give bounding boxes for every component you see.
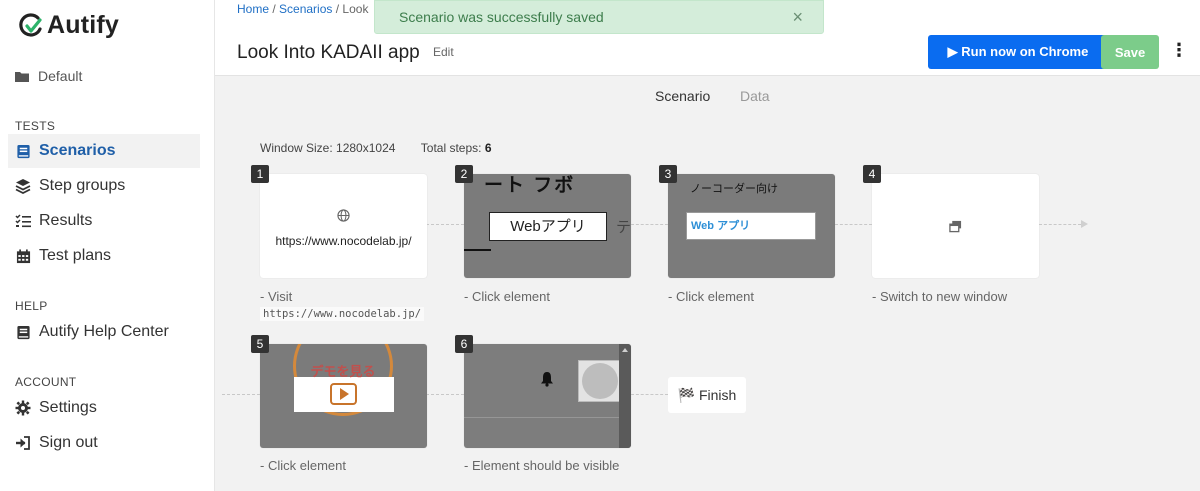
layers-icon (15, 178, 31, 194)
scroll-up-icon (622, 348, 628, 352)
success-toast: Scenario was successfully saved × (374, 0, 824, 34)
page-title: Look Into KADAII app (237, 42, 420, 63)
step-connector (835, 224, 872, 225)
arrow-right-icon (1081, 220, 1088, 228)
breadcrumb-scenarios[interactable]: Scenarios (279, 2, 332, 16)
scenario-meta: Window Size: 1280x1024 Total steps: 6 (260, 141, 492, 155)
total-steps-value: 6 (484, 141, 492, 155)
sidebar-item-label: Step groups (39, 177, 126, 194)
thumb-divider (464, 417, 619, 418)
step-description-3: - Click element (668, 289, 754, 304)
thumb-text: ート フボ (484, 175, 576, 196)
save-button[interactable]: Save (1101, 35, 1159, 69)
windows-icon (949, 220, 962, 233)
step-card-6[interactable] (464, 344, 631, 448)
section-label-account: ACCOUNT (15, 375, 77, 389)
sidebar-item-help-center[interactable]: Autify Help Center (8, 315, 200, 349)
step-url: https://www.nocodelab.jp/ (275, 234, 412, 248)
autify-logo[interactable]: Autify (16, 11, 119, 40)
sidebar-item-label: Test plans (39, 247, 112, 264)
sidebar-item-results[interactable]: Results (8, 204, 200, 238)
step-description-6: - Element should be visible (464, 458, 620, 473)
step-number-5: 5 (251, 335, 269, 353)
step-number-4: 4 (863, 165, 881, 183)
step-number-2: 2 (455, 165, 473, 183)
avatar (582, 363, 618, 399)
thumb-scrollbar (619, 344, 631, 448)
thumb-button: Web アプリ (686, 212, 816, 240)
sidebar-item-step-groups[interactable]: Step groups (8, 169, 200, 203)
sign-out-icon (15, 435, 31, 451)
sidebar-item-label: Scenarios (39, 142, 116, 159)
step-description-5: - Click element (260, 458, 346, 473)
step-card-1[interactable]: https://www.nocodelab.jp/ (260, 174, 427, 278)
book-icon (15, 143, 31, 159)
step-number-1: 1 (251, 165, 269, 183)
gear-icon (15, 400, 31, 416)
calendar-icon (15, 248, 31, 264)
step-card-5[interactable]: デモを見る (260, 344, 427, 448)
toast-message: Scenario was successfully saved (399, 9, 604, 25)
sidebar-item-label: Sign out (39, 434, 98, 451)
sidebar-item-label: Results (39, 212, 93, 229)
tab-bar: Scenario Data (215, 76, 1200, 116)
step-desc-code: https://www.nocodelab.jp/ (260, 307, 425, 321)
step-description-4: - Switch to new window (872, 289, 1008, 304)
step-description-2: - Click element (464, 289, 550, 304)
section-label-help: HELP (15, 299, 48, 313)
project-selector[interactable]: Default (15, 68, 82, 84)
list-check-icon (15, 213, 31, 229)
step-connector (426, 394, 464, 395)
sidebar-item-label: Settings (39, 399, 97, 416)
close-icon[interactable]: × (792, 7, 803, 28)
step-number-6: 6 (455, 335, 473, 353)
step-card-2[interactable]: ート フボ Webアプリ テ (464, 174, 631, 278)
edit-title-link[interactable]: Edit (433, 45, 454, 59)
thumb-avatar-frame (578, 360, 620, 402)
step-connector (426, 224, 464, 225)
play-icon (330, 383, 357, 405)
breadcrumb-current: Look (342, 2, 369, 16)
breadcrumb-home[interactable]: Home (237, 2, 269, 16)
section-label-tests: TESTS (15, 119, 56, 133)
step-desc-prefix: - Visit (260, 289, 293, 304)
bell-icon (541, 372, 553, 387)
step-connector (222, 394, 260, 395)
sidebar: Autify Default TESTS Scenarios Step grou… (0, 0, 215, 491)
step-card-4[interactable] (872, 174, 1039, 278)
thumb-side-text: テ (616, 219, 631, 236)
run-now-button[interactable]: ▶ Run now on Chrome (928, 35, 1108, 69)
breadcrumb: Home / Scenarios / Look (237, 2, 368, 16)
step-number-3: 3 (659, 165, 677, 183)
sidebar-item-sign-out[interactable]: Sign out (8, 426, 200, 460)
thumb-underline (464, 249, 491, 251)
thumb-text: ノーコーダー向け (690, 183, 778, 195)
thumb-button: Webアプリ (489, 212, 607, 241)
sidebar-item-test-plans[interactable]: Test plans (8, 239, 200, 273)
finish-node: 🏁 Finish (668, 377, 746, 413)
folder-icon (15, 71, 29, 82)
sidebar-item-label: Autify Help Center (39, 323, 169, 340)
thumb-text: デモを見る (310, 364, 376, 379)
sidebar-item-scenarios[interactable]: Scenarios (8, 134, 200, 168)
tab-data[interactable]: Data (740, 88, 770, 104)
autify-logo-icon (19, 12, 42, 37)
step-card-3[interactable]: ノーコーダー向け Web アプリ (668, 174, 835, 278)
brand-name: Autify (47, 11, 120, 39)
step-description-1: - Visit https://www.nocodelab.jp/ (260, 289, 435, 322)
book-icon (15, 324, 31, 340)
project-name: Default (38, 68, 83, 84)
step-connector (631, 394, 668, 395)
step-connector (631, 224, 668, 225)
sidebar-item-settings[interactable]: Settings (8, 391, 200, 425)
total-steps-label: Total steps: (420, 141, 482, 155)
more-options-icon[interactable]: ⋮ (1170, 38, 1188, 62)
globe-icon (337, 209, 350, 222)
step-connector (1039, 224, 1081, 225)
tab-scenario[interactable]: Scenario (655, 88, 710, 104)
window-size: Window Size: 1280x1024 (260, 141, 396, 155)
